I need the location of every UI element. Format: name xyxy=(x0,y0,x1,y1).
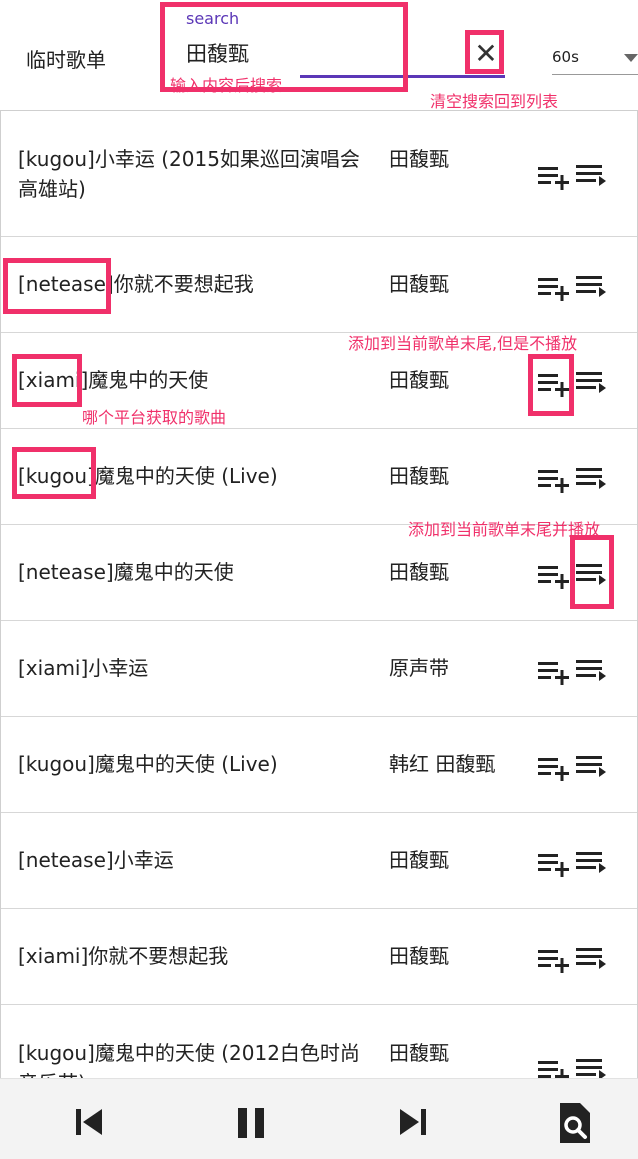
song-title: [kugou]魔鬼中的天使 (Live) xyxy=(18,752,278,776)
playlist-add-icon[interactable] xyxy=(537,466,571,496)
song-title: [xiami]小幸运 xyxy=(18,656,149,680)
time-filter-select[interactable]: 60s xyxy=(552,46,638,78)
playlist-play-icon[interactable] xyxy=(575,560,609,590)
annotation-play-hint: 添加到当前歌单末尾并播放 xyxy=(408,520,601,539)
table-row[interactable]: [xiami]小幸运 原声带 xyxy=(1,621,637,717)
song-title: [xiami]魔鬼中的天使 xyxy=(18,368,209,392)
table-row[interactable]: [kugou]小幸运 (2015如果巡回演唱会高雄站) 田馥甄 xyxy=(1,111,637,237)
playlist-add-icon[interactable] xyxy=(537,850,571,880)
song-list[interactable]: [kugou]小幸运 (2015如果巡回演唱会高雄站) 田馥甄 [netease]你… xyxy=(0,110,638,1079)
song-artist: 原声带 xyxy=(389,656,449,680)
player-bar xyxy=(0,1078,638,1159)
annotation-source-hint: 哪个平台获取的歌曲 xyxy=(82,408,227,427)
playlist-play-icon[interactable] xyxy=(575,848,609,878)
table-row[interactable]: [netease]小幸运 田馥甄 xyxy=(1,813,637,909)
song-artist: 田馥甄 xyxy=(389,1041,449,1065)
skip-previous-icon[interactable] xyxy=(74,1106,104,1138)
search-label: search xyxy=(186,9,240,28)
song-title: [kugou]小幸运 (2015如果巡回演唱会高雄站) xyxy=(18,147,360,201)
table-row[interactable]: [kugou]魔鬼中的天使 (Live) 韩红 田馥甄 xyxy=(1,717,637,813)
song-title: [xiami]你就不要想起我 xyxy=(18,944,229,968)
song-title: [kugou]魔鬼中的天使 (2012白色时尚音乐节) xyxy=(18,1041,360,1079)
time-filter-underline xyxy=(552,74,638,75)
song-artist: 田馥甄 xyxy=(389,944,449,968)
annotation-clear-hint: 清空搜索回到列表 xyxy=(430,92,559,111)
playlist-add-icon[interactable] xyxy=(537,370,571,400)
song-title: [netease]你就不要想起我 xyxy=(18,272,254,296)
annotation-add-hint: 添加到当前歌单末尾,但是不播放 xyxy=(348,334,578,353)
playlist-play-icon[interactable] xyxy=(575,464,609,494)
song-artist: 田馥甄 xyxy=(389,560,449,584)
playlist-play-icon[interactable] xyxy=(575,368,609,398)
song-artist: 田馥甄 xyxy=(389,147,449,171)
pause-icon[interactable] xyxy=(236,1106,266,1140)
playlist-add-icon[interactable] xyxy=(537,163,571,193)
playlist-play-icon[interactable] xyxy=(575,944,609,974)
dropdown-caret-icon xyxy=(624,54,638,62)
search-underline xyxy=(300,75,505,78)
song-artist: 田馥甄 xyxy=(389,464,449,488)
annotation-search-hint: 输入内容后搜索 xyxy=(170,76,283,95)
song-artist: 田馥甄 xyxy=(389,848,449,872)
playlist-play-icon[interactable] xyxy=(575,752,609,782)
song-artist: 田馥甄 xyxy=(389,272,449,296)
table-row[interactable]: [kugou]魔鬼中的天使 (Live) 田馥甄 xyxy=(1,429,637,525)
clear-search-button[interactable]: ✕ xyxy=(470,38,502,70)
playlist-add-icon[interactable] xyxy=(537,274,571,304)
song-artist: 田馥甄 xyxy=(389,368,449,392)
song-title: [netease]魔鬼中的天使 xyxy=(18,560,234,584)
page-title: 临时歌单 xyxy=(26,48,106,72)
playlist-play-icon[interactable] xyxy=(575,161,609,191)
search-input[interactable] xyxy=(186,36,416,70)
playlist-add-icon[interactable] xyxy=(537,754,571,784)
song-artist: 韩红 田馥甄 xyxy=(389,752,496,776)
playlist-add-icon[interactable] xyxy=(537,658,571,688)
song-title: [kugou]魔鬼中的天使 (Live) xyxy=(18,464,278,488)
song-title: [netease]小幸运 xyxy=(18,848,174,872)
search-page-icon[interactable] xyxy=(556,1101,592,1145)
playlist-play-icon[interactable] xyxy=(575,272,609,302)
table-row[interactable]: [xiami]你就不要想起我 田馥甄 xyxy=(1,909,637,1005)
playlist-play-icon[interactable] xyxy=(575,1055,609,1079)
playlist-add-icon[interactable] xyxy=(537,1057,571,1079)
time-filter-value: 60s xyxy=(552,48,579,66)
skip-next-icon[interactable] xyxy=(398,1106,428,1138)
table-row[interactable]: [kugou]魔鬼中的天使 (2012白色时尚音乐节) 田馥甄 xyxy=(1,1005,637,1079)
playlist-add-icon[interactable] xyxy=(537,946,571,976)
table-row[interactable]: [netease]你就不要想起我 田馥甄 xyxy=(1,237,637,333)
playlist-add-icon[interactable] xyxy=(537,562,571,592)
playlist-play-icon[interactable] xyxy=(575,656,609,686)
